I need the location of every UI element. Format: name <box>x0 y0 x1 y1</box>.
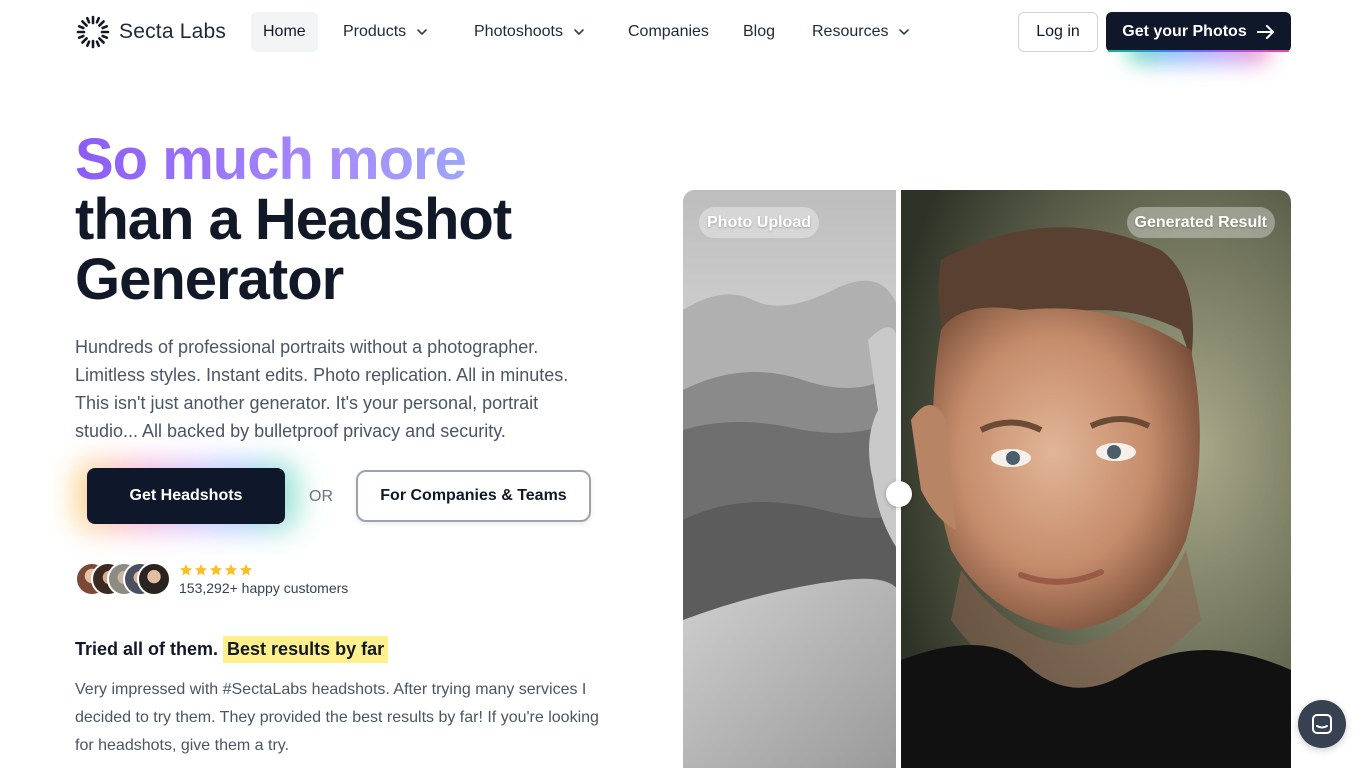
customers-count: 153,292+ happy customers <box>179 580 349 596</box>
nav-products[interactable]: Products <box>331 12 440 52</box>
nav-resources[interactable]: Resources <box>800 12 922 52</box>
generated-result-image <box>901 190 1291 768</box>
star-icon <box>210 564 222 576</box>
arrow-right-icon <box>1256 25 1274 39</box>
testimonial-highlight: Best results by far <box>223 636 389 663</box>
top-navigation: Secta Labs Home Products Photoshoots Com… <box>0 0 1366 64</box>
star-icon <box>195 564 207 576</box>
photo-upload-label: Photo Upload <box>699 207 819 238</box>
rating-stars <box>179 563 253 577</box>
hero-title: So much more than a Headshot Generator <box>75 130 635 310</box>
chevron-down-icon <box>574 29 584 35</box>
get-photos-button[interactable]: Get your Photos <box>1106 12 1291 52</box>
nav-home[interactable]: Home <box>251 12 318 52</box>
testimonial-quote: Very impressed with #SectaLabs headshots… <box>75 681 599 754</box>
compare-slider-handle[interactable] <box>886 481 912 507</box>
hero-title-line2: than a Headshot <box>75 187 512 252</box>
companies-teams-button[interactable]: For Companies & Teams <box>356 470 591 522</box>
logo-burst-icon <box>76 15 110 49</box>
compare-divider <box>896 190 901 768</box>
get-photos-label: Get your Photos <box>1122 23 1247 40</box>
brand-name: Secta Labs <box>119 20 227 43</box>
chat-launcher-button[interactable] <box>1298 700 1346 748</box>
or-separator: OR <box>309 488 333 505</box>
nav-photoshoots-label: Photoshoots <box>474 23 563 40</box>
chat-icon <box>1312 714 1332 734</box>
nav-photoshoots[interactable]: Photoshoots <box>462 12 597 52</box>
nav-blog-label: Blog <box>743 23 776 40</box>
nav-home-label: Home <box>263 23 306 40</box>
star-icon <box>180 564 192 576</box>
hero-title-line3: Generator <box>75 247 344 312</box>
testimonial-title: Tried all of them. Best results by far <box>75 636 389 663</box>
nav-companies[interactable]: Companies <box>616 12 721 52</box>
generated-result-label: Generated Result <box>1126 207 1275 238</box>
avatar <box>137 562 171 596</box>
hero-description: Hundreds of professional portraits witho… <box>75 337 569 441</box>
testimonial-title-text: Tried all of them. <box>75 639 219 659</box>
get-photos-button-wrap: Get your Photos <box>1106 12 1291 64</box>
nav-companies-label: Companies <box>628 23 709 40</box>
photo-upload-image <box>683 190 898 768</box>
before-after-slider[interactable]: Photo Upload Generated Result <box>683 190 1291 768</box>
hero-title-gradient: So much more <box>75 130 635 190</box>
star-icon <box>240 564 252 576</box>
nav-resources-label: Resources <box>812 23 889 40</box>
nav-blog[interactable]: Blog <box>731 12 787 52</box>
brand-logo[interactable]: Secta Labs <box>75 14 226 50</box>
nav-products-label: Products <box>343 23 407 40</box>
login-button[interactable]: Log in <box>1018 12 1098 52</box>
social-proof: 153,292+ happy customers <box>75 562 348 598</box>
star-icon <box>225 564 237 576</box>
get-headshots-button[interactable]: Get Headshots <box>87 468 285 524</box>
chevron-down-icon <box>417 29 427 35</box>
chevron-down-icon <box>899 29 910 35</box>
customer-avatars <box>75 562 173 598</box>
